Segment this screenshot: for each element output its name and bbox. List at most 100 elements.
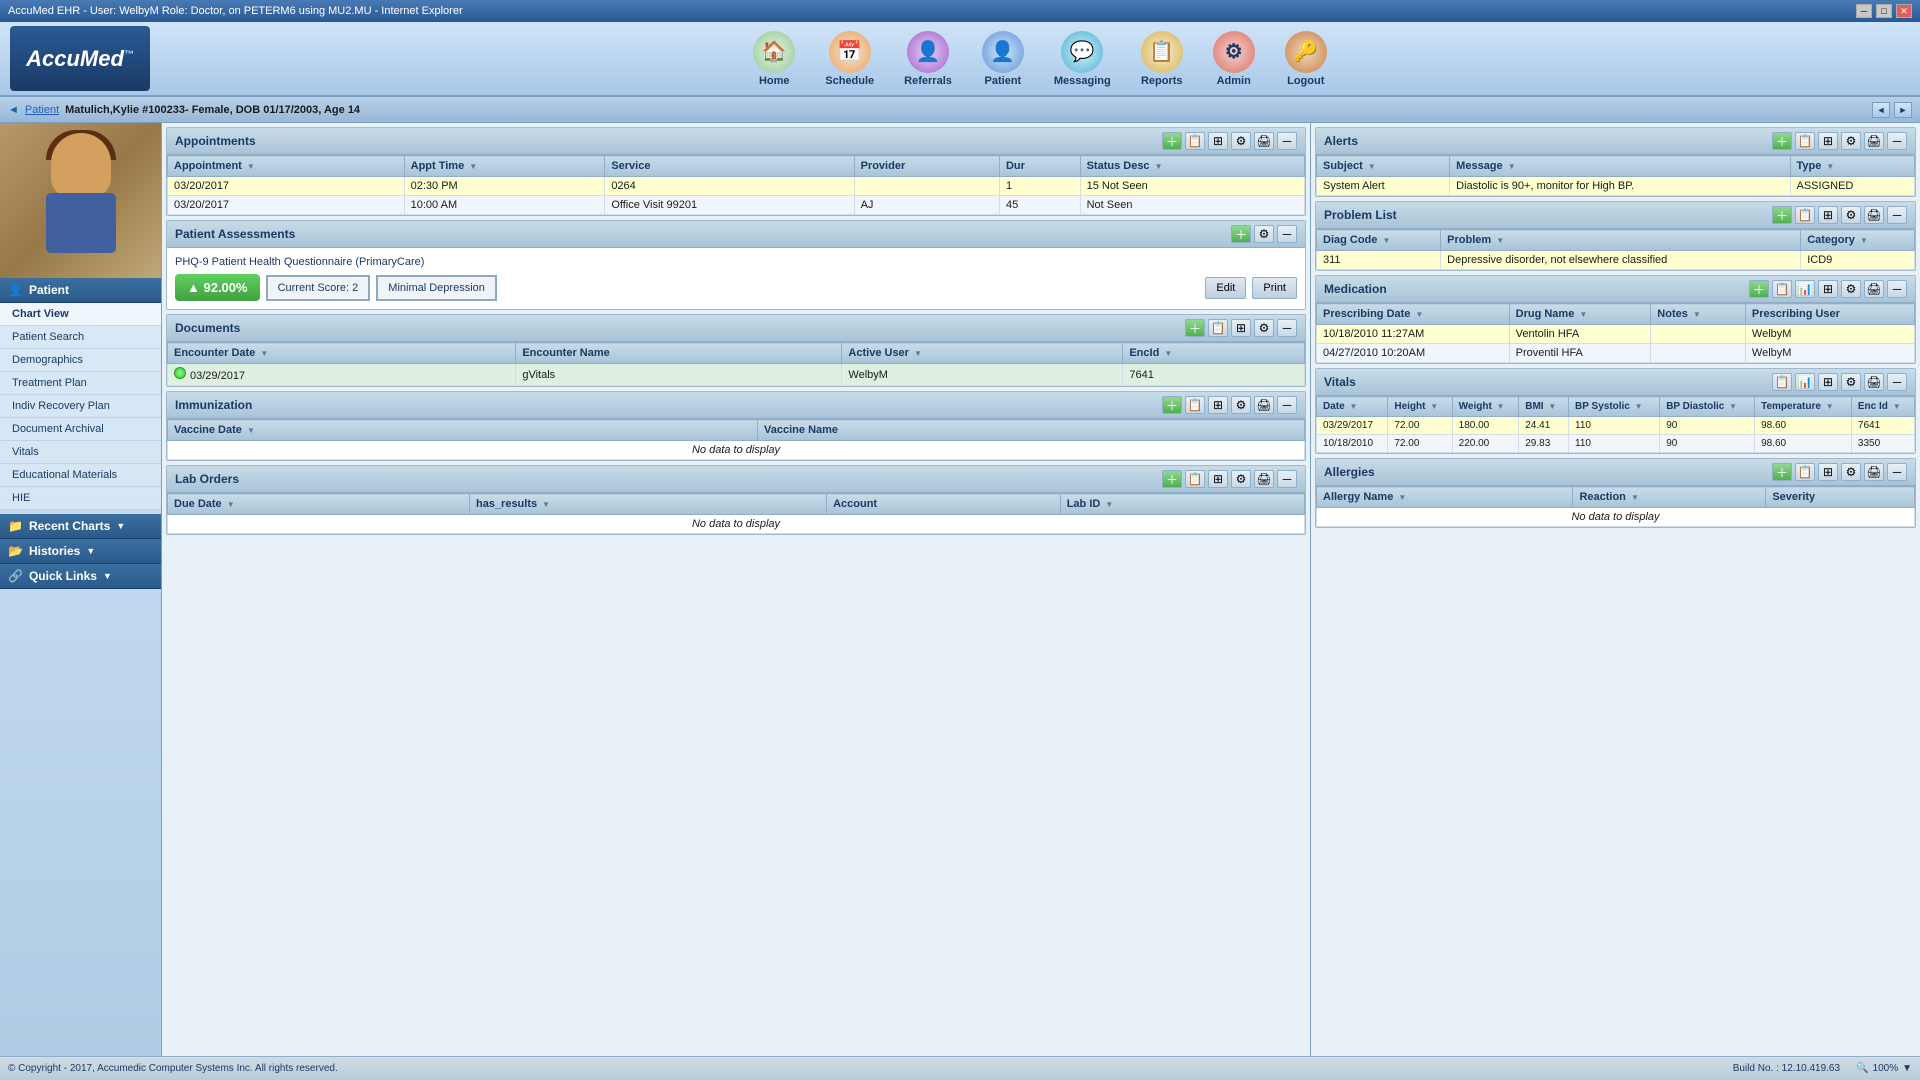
nav-item-admin[interactable]: ⚙ Admin bbox=[1213, 31, 1255, 87]
sidebar-recent-charts-header[interactable]: 📁 Recent Charts ▼ bbox=[0, 514, 161, 539]
vitals-print-button[interactable]: 🖨 bbox=[1864, 373, 1884, 391]
sidebar-patient-header[interactable]: 👤 Patient bbox=[0, 278, 161, 303]
documents-col-encid[interactable]: EncId ▼ bbox=[1123, 343, 1305, 364]
minimize-button[interactable]: ─ bbox=[1856, 4, 1872, 18]
lab-orders-settings-button[interactable]: ⚙ bbox=[1231, 470, 1251, 488]
medication-settings-button[interactable]: ⚙ bbox=[1841, 280, 1861, 298]
vitals-col-enc-id[interactable]: Enc Id ▼ bbox=[1851, 397, 1914, 417]
patient-breadcrumb[interactable]: Patient bbox=[25, 104, 59, 116]
sidebar-item-indiv-recovery-plan[interactable]: Indiv Recovery Plan bbox=[0, 395, 161, 418]
nav-item-logout[interactable]: 🔑 Logout bbox=[1285, 31, 1327, 87]
vitals-col-temperature[interactable]: Temperature ▼ bbox=[1755, 397, 1852, 417]
documents-copy-button[interactable]: 📋 bbox=[1208, 319, 1228, 337]
alerts-settings-button[interactable]: ⚙ bbox=[1841, 132, 1861, 150]
close-button[interactable]: ✕ bbox=[1896, 4, 1912, 18]
appointments-copy-button[interactable]: 📋 bbox=[1185, 132, 1205, 150]
immunization-copy-button[interactable]: 📋 bbox=[1185, 396, 1205, 414]
vitals-col-weight[interactable]: Weight ▼ bbox=[1452, 397, 1519, 417]
imm-col-vaccine-date[interactable]: Vaccine Date ▼ bbox=[168, 420, 758, 441]
table-row[interactable]: 311 Depressive disorder, not elsewhere c… bbox=[1317, 251, 1915, 270]
alerts-grid-button[interactable]: ⊞ bbox=[1818, 132, 1838, 150]
appointments-settings-button[interactable]: ⚙ bbox=[1231, 132, 1251, 150]
appointments-col-service[interactable]: Service bbox=[605, 156, 854, 177]
problem-list-collapse-button[interactable]: ─ bbox=[1887, 206, 1907, 224]
sidebar-item-treatment-plan[interactable]: Treatment Plan bbox=[0, 372, 161, 395]
nav-item-patient[interactable]: 👤 Patient bbox=[982, 31, 1024, 87]
sidebar-histories-header[interactable]: 📂 Histories ▼ bbox=[0, 539, 161, 564]
problem-col-problem[interactable]: Problem ▼ bbox=[1441, 230, 1801, 251]
medication-grid-button[interactable]: ⊞ bbox=[1818, 280, 1838, 298]
med-col-notes[interactable]: Notes ▼ bbox=[1651, 304, 1746, 325]
nav-item-schedule[interactable]: 📅 Schedule bbox=[825, 31, 874, 87]
sidebar-item-chart-view[interactable]: Chart View bbox=[0, 303, 161, 326]
window-controls[interactable]: ─ □ ✕ bbox=[1856, 4, 1912, 18]
allergy-col-reaction[interactable]: Reaction ▼ bbox=[1573, 487, 1766, 508]
lab-col-lab-id[interactable]: Lab ID ▼ bbox=[1060, 494, 1304, 515]
problem-list-add-button[interactable]: ＋ bbox=[1772, 206, 1792, 224]
lab-col-due-date[interactable]: Due Date ▼ bbox=[168, 494, 470, 515]
lab-col-has-results[interactable]: has_results ▼ bbox=[469, 494, 826, 515]
appointments-col-status[interactable]: Status Desc ▼ bbox=[1080, 156, 1304, 177]
med-col-drug-name[interactable]: Drug Name ▼ bbox=[1509, 304, 1651, 325]
medication-copy-button[interactable]: 📋 bbox=[1772, 280, 1792, 298]
lab-orders-add-button[interactable]: ＋ bbox=[1162, 470, 1182, 488]
documents-col-encounter-name[interactable]: Encounter Name bbox=[516, 343, 842, 364]
appointments-collapse-button[interactable]: ─ bbox=[1277, 132, 1297, 150]
nav-item-messaging[interactable]: 💬 Messaging bbox=[1054, 31, 1111, 87]
allergies-settings-button[interactable]: ⚙ bbox=[1841, 463, 1861, 481]
table-row[interactable]: System Alert Diastolic is 90+, monitor f… bbox=[1317, 177, 1915, 196]
vitals-col-bp-systolic[interactable]: BP Systolic ▼ bbox=[1569, 397, 1660, 417]
med-col-prescribing-date[interactable]: Prescribing Date ▼ bbox=[1317, 304, 1510, 325]
vitals-chart-button[interactable]: 📊 bbox=[1795, 373, 1815, 391]
med-col-prescribing-user[interactable]: Prescribing User bbox=[1745, 304, 1914, 325]
table-row[interactable]: 03/29/2017 gVitals WelbyM 7641 bbox=[168, 364, 1305, 386]
immunization-add-button[interactable]: ＋ bbox=[1162, 396, 1182, 414]
table-row[interactable]: 03/29/2017 72.00 180.00 24.41 110 90 98.… bbox=[1317, 417, 1915, 435]
lab-col-account[interactable]: Account bbox=[827, 494, 1061, 515]
bar-expand-button[interactable]: ◄ bbox=[1872, 102, 1890, 118]
phq-print-button[interactable]: Print bbox=[1252, 277, 1297, 299]
sidebar-item-vitals[interactable]: Vitals bbox=[0, 441, 161, 464]
allergies-print-button[interactable]: 🖨 bbox=[1864, 463, 1884, 481]
documents-col-active-user[interactable]: Active User ▼ bbox=[842, 343, 1123, 364]
appointments-col-appt-time[interactable]: Appt Time ▼ bbox=[404, 156, 605, 177]
vitals-col-height[interactable]: Height ▼ bbox=[1388, 397, 1452, 417]
assessments-add-button[interactable]: ＋ bbox=[1231, 225, 1251, 243]
zoom-dropdown-icon[interactable]: ▼ bbox=[1902, 1063, 1912, 1074]
problem-list-grid-button[interactable]: ⊞ bbox=[1818, 206, 1838, 224]
problem-col-diag-code[interactable]: Diag Code ▼ bbox=[1317, 230, 1441, 251]
alerts-collapse-button[interactable]: ─ bbox=[1887, 132, 1907, 150]
vitals-col-date[interactable]: Date ▼ bbox=[1317, 397, 1388, 417]
appointments-add-button[interactable]: ＋ bbox=[1162, 132, 1182, 150]
problem-list-print-button[interactable]: 🖨 bbox=[1864, 206, 1884, 224]
appointments-col-dur[interactable]: Dur bbox=[999, 156, 1080, 177]
appointments-grid-button[interactable]: ⊞ bbox=[1208, 132, 1228, 150]
alerts-copy-button[interactable]: 📋 bbox=[1795, 132, 1815, 150]
assessments-collapse-button[interactable]: ─ bbox=[1277, 225, 1297, 243]
sidebar-item-educational-materials[interactable]: Educational Materials bbox=[0, 464, 161, 487]
problem-list-settings-button[interactable]: ⚙ bbox=[1841, 206, 1861, 224]
lab-orders-print-button[interactable]: 🖨 bbox=[1254, 470, 1274, 488]
logo[interactable]: AccuMed™ bbox=[10, 26, 150, 91]
sidebar-item-hie[interactable]: HIE bbox=[0, 487, 161, 510]
documents-add-button[interactable]: ＋ bbox=[1185, 319, 1205, 337]
lab-orders-grid-button[interactable]: ⊞ bbox=[1208, 470, 1228, 488]
allergy-col-severity[interactable]: Severity bbox=[1766, 487, 1915, 508]
imm-col-vaccine-name[interactable]: Vaccine Name bbox=[758, 420, 1305, 441]
problem-list-copy-button[interactable]: 📋 bbox=[1795, 206, 1815, 224]
medication-collapse-button[interactable]: ─ bbox=[1887, 280, 1907, 298]
vitals-collapse-button[interactable]: ─ bbox=[1887, 373, 1907, 391]
sidebar-item-demographics[interactable]: Demographics bbox=[0, 349, 161, 372]
sidebar-item-document-archival[interactable]: Document Archival bbox=[0, 418, 161, 441]
alerts-col-type[interactable]: Type ▼ bbox=[1790, 156, 1915, 177]
allergies-collapse-button[interactable]: ─ bbox=[1887, 463, 1907, 481]
table-row[interactable]: 10/18/2010 72.00 220.00 29.83 110 90 98.… bbox=[1317, 435, 1915, 453]
bar-collapse-button[interactable]: ► bbox=[1894, 102, 1912, 118]
vitals-col-bp-diastolic[interactable]: BP Diastolic ▼ bbox=[1660, 397, 1755, 417]
documents-col-encounter-date[interactable]: Encounter Date ▼ bbox=[168, 343, 516, 364]
appointments-col-provider[interactable]: Provider bbox=[854, 156, 999, 177]
alerts-col-message[interactable]: Message ▼ bbox=[1450, 156, 1790, 177]
table-row[interactable]: 03/20/2017 02:30 PM 0264 1 15 Not Seen bbox=[168, 177, 1305, 196]
maximize-button[interactable]: □ bbox=[1876, 4, 1892, 18]
zoom-control[interactable]: 🔍 100% ▼ bbox=[1856, 1063, 1912, 1074]
